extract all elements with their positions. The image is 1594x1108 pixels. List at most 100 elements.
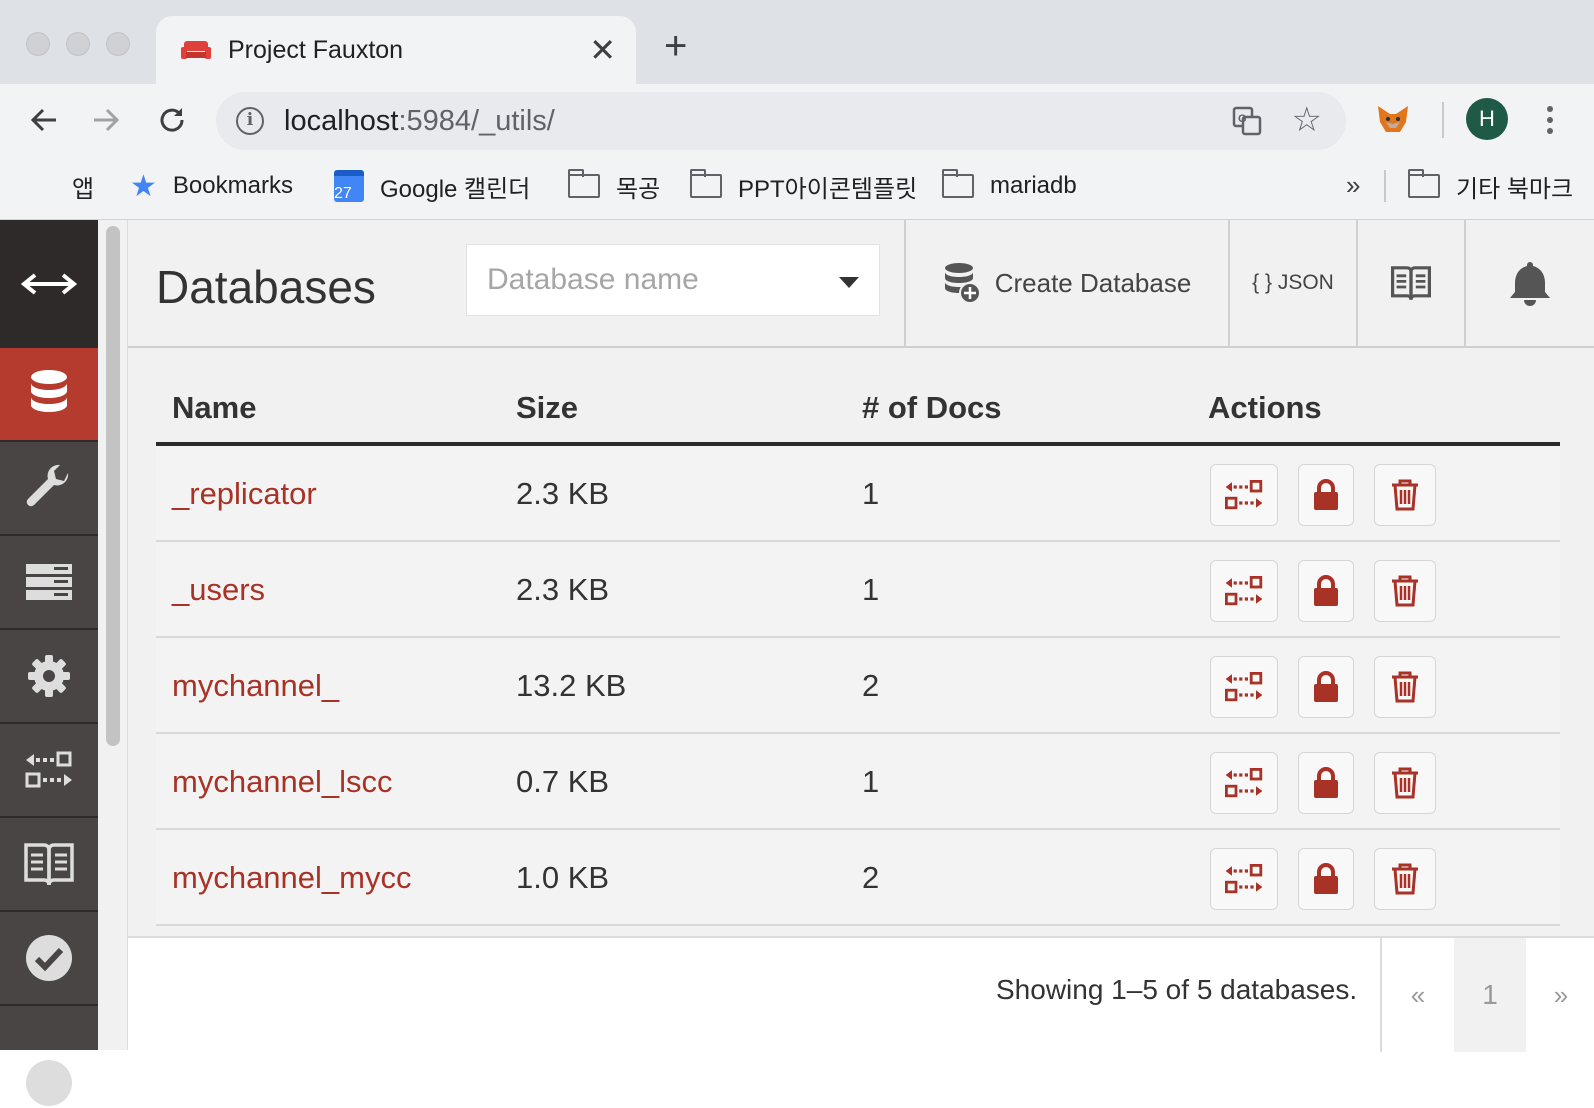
- calendar-icon: 27: [334, 170, 364, 202]
- table-header: Name Size # of Docs Actions: [156, 368, 1560, 446]
- wrench-icon: [26, 464, 69, 507]
- replicate-button[interactable]: [1210, 848, 1278, 910]
- table-row: mychannel_lscc 0.7 KB 1: [156, 734, 1560, 830]
- database-doc-count: 1: [862, 572, 880, 607]
- replicate-button[interactable]: [1210, 752, 1278, 814]
- tab-close-icon[interactable]: ✕: [589, 30, 616, 70]
- sidebar-scrollbar-thumb[interactable]: [106, 226, 120, 746]
- database-name-link[interactable]: mychannel_: [172, 668, 339, 704]
- translate-icon[interactable]: G: [1232, 106, 1262, 136]
- sidebar-item-verify[interactable]: [0, 912, 98, 1006]
- profile-avatar[interactable]: H: [1466, 98, 1508, 140]
- apps-grid-icon: [30, 173, 56, 199]
- notifications-button[interactable]: [1464, 220, 1594, 346]
- replication-icon: [1225, 480, 1263, 510]
- replication-icon: [1225, 768, 1263, 798]
- bookmark-apps[interactable]: 앱: [30, 166, 94, 206]
- bookmark-star-icon[interactable]: ☆: [1292, 102, 1322, 138]
- database-name-link[interactable]: mychannel_mycc: [172, 860, 411, 896]
- browser-tab-active[interactable]: Project Fauxton ✕: [156, 16, 636, 84]
- bookmark-bookmarks[interactable]: ★ Bookmarks: [130, 166, 293, 206]
- database-name-link[interactable]: _users: [172, 572, 265, 608]
- trash-icon: [1392, 671, 1418, 703]
- window-close-button[interactable]: [26, 32, 50, 56]
- table-row: _replicator 2.3 KB 1: [156, 446, 1560, 542]
- permissions-button[interactable]: [1298, 560, 1354, 622]
- database-doc-count: 1: [862, 476, 880, 511]
- database-name-link[interactable]: _replicator: [172, 476, 317, 512]
- delete-database-button[interactable]: [1374, 752, 1436, 814]
- delete-database-button[interactable]: [1374, 464, 1436, 526]
- database-doc-count: 2: [862, 668, 880, 703]
- pagination-page-1[interactable]: 1: [1454, 938, 1526, 1052]
- documentation-button[interactable]: [1356, 220, 1464, 346]
- star-icon: ★: [130, 169, 157, 203]
- url-host: localhost: [284, 105, 399, 137]
- add-database-icon: [944, 263, 981, 304]
- column-header-actions: Actions: [1208, 390, 1322, 425]
- address-bar[interactable]: i localhost:5984/_utils/ G ☆: [216, 92, 1346, 150]
- database-size: 1.0 KB: [516, 860, 610, 895]
- permissions-button[interactable]: [1298, 656, 1354, 718]
- verify-icon: [26, 935, 72, 981]
- database-size: 0.7 KB: [516, 764, 610, 799]
- replication-icon: [1225, 576, 1263, 606]
- create-database-label: Create Database: [994, 267, 1192, 298]
- browser-toolbar: i localhost:5984/_utils/ G ☆ H: [0, 84, 1594, 156]
- replicate-button[interactable]: [1210, 656, 1278, 718]
- bookmarks-overflow-button[interactable]: »: [1346, 170, 1360, 201]
- trash-icon: [1392, 479, 1418, 511]
- window-minimize-button[interactable]: [66, 32, 90, 56]
- new-tab-button[interactable]: +: [664, 26, 687, 66]
- create-database-button[interactable]: Create Database: [904, 220, 1228, 346]
- column-header-name[interactable]: Name: [172, 390, 256, 426]
- pagination-next-button[interactable]: »: [1526, 938, 1594, 1052]
- forward-button[interactable]: [84, 98, 128, 142]
- bookmark-other-bookmarks[interactable]: 기타 북마크: [1407, 166, 1573, 206]
- column-header-size[interactable]: Size: [516, 390, 578, 426]
- database-name-select[interactable]: Database name: [466, 244, 880, 316]
- url-text[interactable]: localhost:5984/_utils/: [284, 105, 555, 138]
- reload-button[interactable]: [150, 98, 194, 142]
- replicate-button[interactable]: [1210, 464, 1278, 526]
- column-header-docs[interactable]: # of Docs: [862, 390, 1002, 426]
- bookmark-folder-ppt[interactable]: PPT아이콘템플릿: [689, 166, 918, 206]
- permissions-button[interactable]: [1298, 464, 1354, 526]
- bookmark-label: Bookmarks: [172, 172, 293, 199]
- folder-icon: [1407, 169, 1440, 198]
- bookmark-folder-mokgong[interactable]: 목공: [567, 166, 660, 206]
- bookmark-folder-mariadb[interactable]: mariadb: [941, 166, 1077, 206]
- delete-database-button[interactable]: [1374, 560, 1436, 622]
- sidebar-item-databases[interactable]: [0, 348, 98, 442]
- lock-icon: [1314, 767, 1338, 798]
- sidebar-item-replication[interactable]: [0, 724, 98, 818]
- sidebar-item-more[interactable]: [0, 1006, 98, 1106]
- sidebar-item-active-tasks[interactable]: [0, 536, 98, 630]
- database-size: 2.3 KB: [516, 476, 610, 511]
- site-info-icon[interactable]: i: [236, 107, 264, 135]
- lock-icon: [1314, 575, 1338, 606]
- browser-menu-icon[interactable]: [1540, 102, 1560, 138]
- bookmark-label: PPT아이콘템플릿: [738, 175, 918, 203]
- bookmark-label: 앱: [72, 175, 95, 203]
- window-zoom-button[interactable]: [106, 32, 130, 56]
- folder-icon: [941, 169, 974, 198]
- sidebar-item-setup[interactable]: [0, 442, 98, 536]
- back-arrow-icon: [30, 108, 56, 132]
- bookmark-google-calendar[interactable]: 27 Google 캘린더: [334, 166, 530, 206]
- permissions-button[interactable]: [1298, 848, 1354, 910]
- sidebar-item-documentation[interactable]: [0, 818, 98, 912]
- sidebar-toggle-button[interactable]: [0, 220, 98, 348]
- database-name-link[interactable]: mychannel_lscc: [172, 764, 393, 800]
- metamask-extension-icon[interactable]: [1376, 104, 1410, 136]
- back-button[interactable]: [22, 98, 66, 142]
- lock-icon: [1314, 671, 1338, 702]
- delete-database-button[interactable]: [1374, 656, 1436, 718]
- json-button[interactable]: { } JSON: [1228, 220, 1356, 346]
- pagination-prev-button[interactable]: «: [1382, 938, 1454, 1052]
- delete-database-button[interactable]: [1374, 848, 1436, 910]
- permissions-button[interactable]: [1298, 752, 1354, 814]
- sidebar-item-config[interactable]: [0, 630, 98, 724]
- trash-icon: [1392, 575, 1418, 607]
- replicate-button[interactable]: [1210, 560, 1278, 622]
